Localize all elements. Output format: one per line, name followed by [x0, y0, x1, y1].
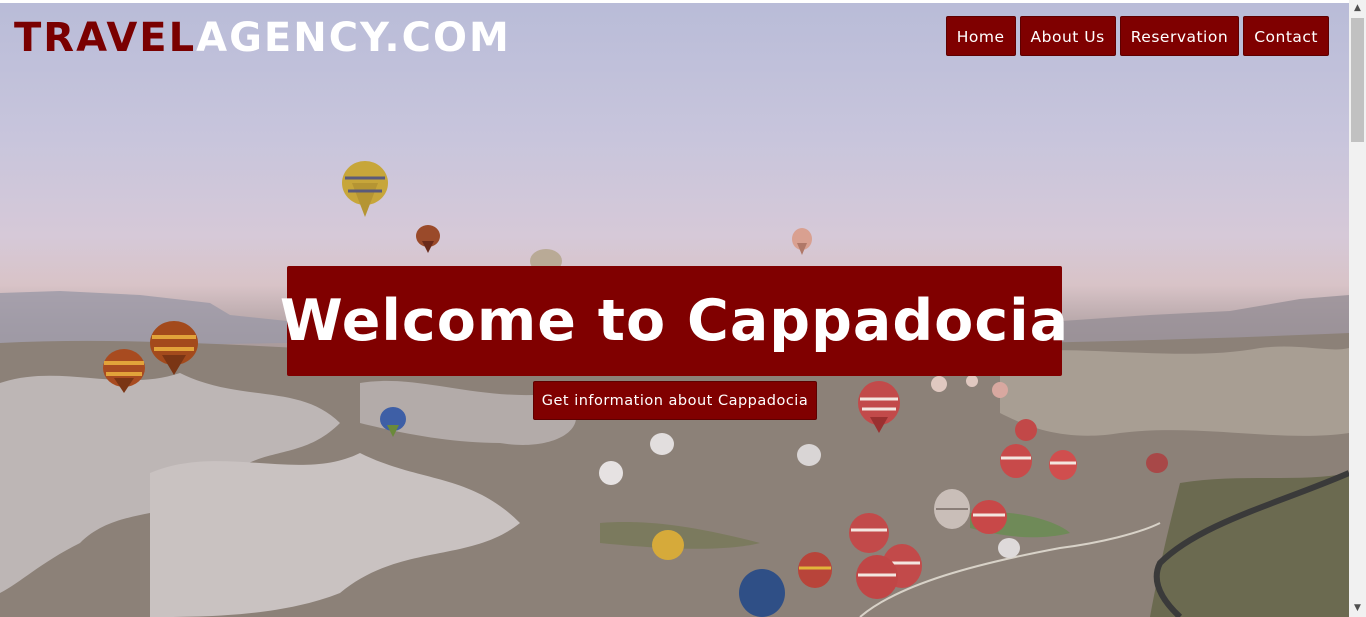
balloon	[416, 225, 440, 253]
balloon	[1015, 419, 1037, 441]
get-info-button[interactable]: Get information about Cappadocia	[533, 381, 817, 420]
balloon	[1049, 450, 1077, 480]
scroll-up-arrow-icon[interactable]: ▲	[1349, 0, 1366, 17]
balloon	[342, 161, 388, 217]
balloon	[934, 489, 970, 529]
site-logo[interactable]: TRAVELAGENCY.COM	[14, 16, 511, 60]
nav-home[interactable]: Home	[945, 16, 1016, 56]
balloon	[739, 569, 785, 617]
scroll-down-arrow-icon[interactable]: ▼	[1349, 600, 1366, 617]
balloon	[599, 461, 623, 485]
balloon	[998, 538, 1020, 558]
balloon	[652, 530, 684, 560]
nav-about-us[interactable]: About Us	[1019, 16, 1116, 56]
balloon	[971, 500, 1007, 534]
scrollbar-thumb[interactable]	[1351, 18, 1364, 142]
logo-travel-text: TRAVEL	[14, 15, 197, 61]
balloon	[792, 228, 812, 255]
balloon	[856, 555, 898, 599]
balloon	[1000, 444, 1032, 478]
logo-agency-text: AGENCY.COM	[196, 15, 511, 61]
balloon	[797, 444, 821, 466]
balloon	[798, 552, 832, 588]
hero-heading: Welcome to Cappadocia	[280, 266, 1068, 376]
balloon	[650, 433, 674, 455]
vertical-scrollbar[interactable]: ▲ ▼	[1349, 0, 1366, 617]
main-navigation: Home About Us Reservation Contact	[945, 16, 1329, 56]
balloon	[1146, 453, 1168, 473]
hero-section: TRAVELAGENCY.COM Home About Us Reservati…	[0, 3, 1349, 617]
balloon	[849, 513, 889, 553]
nav-contact[interactable]: Contact	[1243, 16, 1329, 56]
nav-reservation[interactable]: Reservation	[1119, 16, 1240, 56]
